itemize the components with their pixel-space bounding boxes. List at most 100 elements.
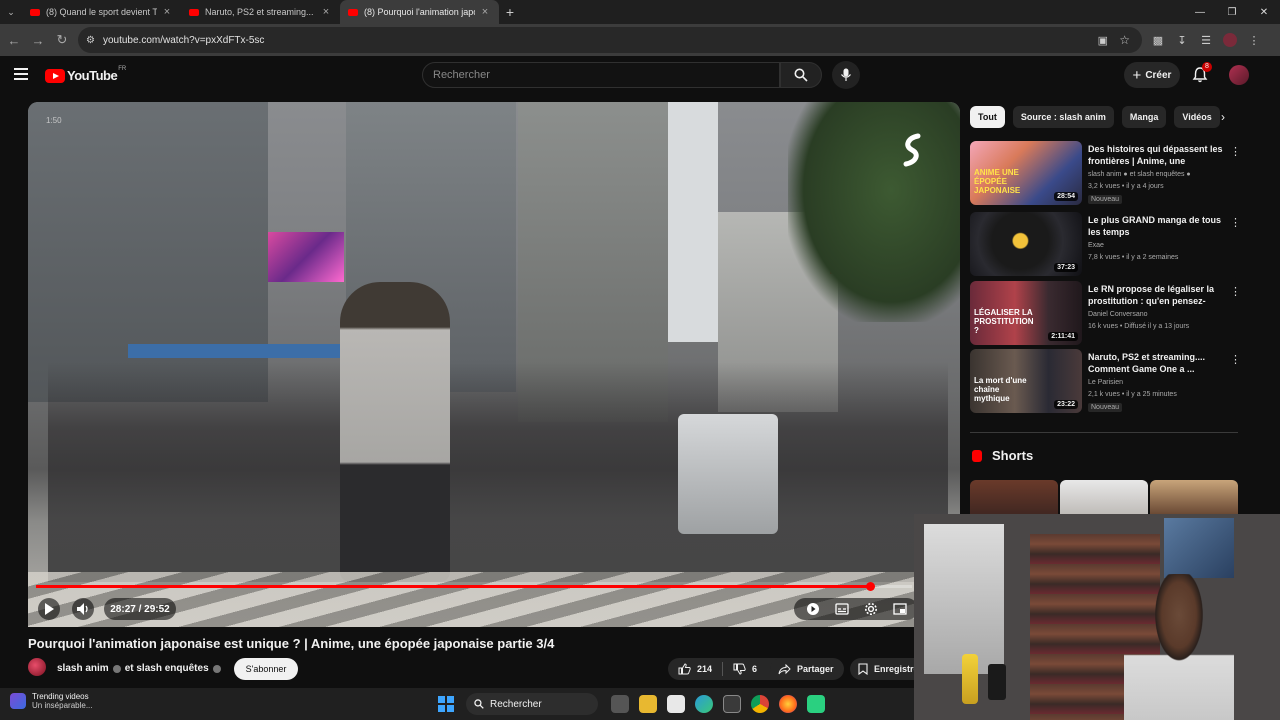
miniplayer-icon[interactable] [892,603,907,615]
search-input[interactable] [433,69,779,81]
create-button[interactable]: + Créer [1124,62,1180,88]
notification-badge: 8 [1202,62,1212,72]
recommendation-title: Des histoires qui dépassent les frontièr… [1088,144,1223,166]
voice-search-button[interactable] [832,61,860,89]
notifications-button[interactable]: 8 [1191,62,1212,86]
youtube-play-icon [45,68,65,83]
video-thumbnail[interactable]: La mort d'une chaîne mythique 23:22 [970,349,1082,413]
tab-close-icon[interactable]: × [161,6,173,18]
youtube-logo[interactable]: YouTube FR [45,66,126,83]
duration-badge: 28:54 [1054,192,1078,201]
forward-arrow-icon[interactable]: → [26,26,50,54]
video-thumbnail[interactable]: LÉGALISER LA PROSTITUTION ? 2:11:41 [970,281,1082,345]
file-explorer-icon[interactable] [639,695,657,713]
tab-close-icon[interactable]: × [479,6,491,18]
window-close-icon[interactable]: ✕ [1248,0,1280,24]
notepad-icon[interactable] [667,695,685,713]
webcam-window [924,524,1004,674]
channel-names: slash anim et slash enquêtes [57,663,225,674]
play-button[interactable] [38,598,60,620]
recommendation-title: Le RN propose de légaliser la prostituti… [1088,284,1215,306]
more-options-icon[interactable]: ⋮ [1230,353,1241,366]
taskbar-search[interactable]: Rechercher [466,693,598,715]
recommendation-channel: Daniel Conversano [1088,311,1148,318]
tab-search-chevron-icon[interactable]: ⌄ [0,0,22,24]
minimize-icon[interactable]: — [1184,0,1216,24]
back-arrow-icon[interactable]: ← [2,26,26,54]
volume-button[interactable] [72,598,94,620]
shorts-header: Shorts [972,448,1033,463]
profile-avatar[interactable] [1223,33,1237,47]
more-options-icon[interactable]: ⋮ [1230,216,1241,229]
tab-title: (8) Quand le sport devient TOXIQUE [46,7,157,17]
chip-manga[interactable]: Manga [1121,106,1167,128]
browser-menu-icon[interactable]: ⋮ [1242,34,1266,47]
recommended-video[interactable]: La mort d'une chaîne mythique 23:22 Naru… [970,349,1241,413]
progress-bar[interactable] [36,582,912,591]
autoplay-toggle-icon[interactable] [806,602,820,616]
browser-tab-bar: ⌄ (8) Quand le sport devient TOXIQUE × N… [0,0,1280,24]
firefox-icon[interactable] [779,695,797,713]
hamburger-menu-icon[interactable] [14,68,28,80]
collab-channel-name[interactable]: et slash enquêtes [125,663,209,674]
play-icon [45,603,54,615]
settings-gear-icon[interactable] [864,602,878,616]
taskbar-search-label: Rechercher [490,698,542,710]
download-icon[interactable]: ↧ [1170,34,1194,47]
recommended-video[interactable]: LÉGALISER LA PROSTITUTION ? 2:11:41 Le R… [970,281,1241,345]
video-thumbnail[interactable]: 37:23 [970,212,1082,276]
edge-icon[interactable] [695,695,713,713]
chip-source[interactable]: Source : slash anim [1012,106,1114,128]
recommendation-title: Le plus GRAND manga de tous les temps [1088,215,1222,237]
channel-name[interactable]: slash anim [57,663,109,674]
new-tab-plus-icon[interactable]: + [499,4,521,20]
progress-scrubber[interactable] [865,582,875,591]
channel-avatar[interactable] [28,658,46,676]
streaming-app-icon[interactable] [807,695,825,713]
bookmark-star-icon[interactable]: ☆ [1119,33,1130,47]
user-avatar[interactable] [1229,65,1249,85]
bookmark-icon [858,663,868,675]
restore-icon[interactable]: ❐ [1216,0,1248,24]
dislike-button[interactable]: 6 [723,658,767,680]
chip-all[interactable]: Tout [970,106,1005,128]
widgets-button[interactable]: Trending videos Un inséparable... [10,692,92,710]
channel-row: slash anim et slash enquêtes S'abonner 2… [28,658,926,682]
webcam-mug [988,664,1006,700]
browser-tab-2[interactable]: Naruto, PS2 et streaming... Game One × [181,0,340,24]
subtitles-icon[interactable] [834,603,849,615]
extensions-puzzle-icon[interactable]: ▩ [1146,34,1170,47]
browser-tab-3-active[interactable]: (8) Pourquoi l'animation japonaise × [340,0,499,24]
like-button[interactable]: 214 [668,658,722,680]
address-bar[interactable]: ⚙ youtube.com/watch?v=pxXdFTx-5sc ▣ ☆ [78,27,1142,53]
video-frame-van [678,414,778,534]
chips-next-chevron-icon[interactable]: › [1212,106,1234,128]
search-button[interactable] [780,62,822,88]
share-button[interactable]: Partager [770,658,844,680]
tab-close-icon[interactable]: × [320,6,332,18]
media-control-icon[interactable]: ☰ [1194,34,1218,47]
chrome-icon[interactable] [751,695,769,713]
duration-badge: 37:23 [1054,263,1078,272]
browser-tab-1[interactable]: (8) Quand le sport devient TOXIQUE × [22,0,181,24]
video-thumbnail[interactable]: ANIME UNE ÉPOPÉE JAPONAISE 28:54 [970,141,1082,205]
recommended-video[interactable]: 37:23 Le plus GRAND manga de tous les te… [970,212,1241,276]
reload-icon[interactable]: ↻ [50,26,74,54]
logo-wordmark: YouTube [67,68,118,83]
windows-start-icon[interactable] [438,696,454,712]
store-icon[interactable] [723,695,741,713]
webcam-bottle [962,654,978,704]
video-player[interactable]: 1:50 28:27 / 29:52 [28,102,960,627]
subscribe-button[interactable]: S'abonner [234,658,298,680]
recommended-video[interactable]: ANIME UNE ÉPOPÉE JAPONAISE 28:54 Des his… [970,141,1241,205]
more-options-icon[interactable]: ⋮ [1230,145,1241,158]
time-display: 28:27 / 29:52 [104,598,176,620]
video-frame-sky [668,102,718,342]
task-view-icon[interactable] [611,695,629,713]
search-icon [474,699,484,709]
site-info-icon[interactable]: ⚙ [86,35,95,46]
install-app-icon[interactable]: ▣ [1098,34,1108,47]
more-options-icon[interactable]: ⋮ [1230,285,1241,298]
search-box [422,62,780,88]
recommendation-channel: slash anim ● et slash enquêtes ● [1088,171,1191,178]
